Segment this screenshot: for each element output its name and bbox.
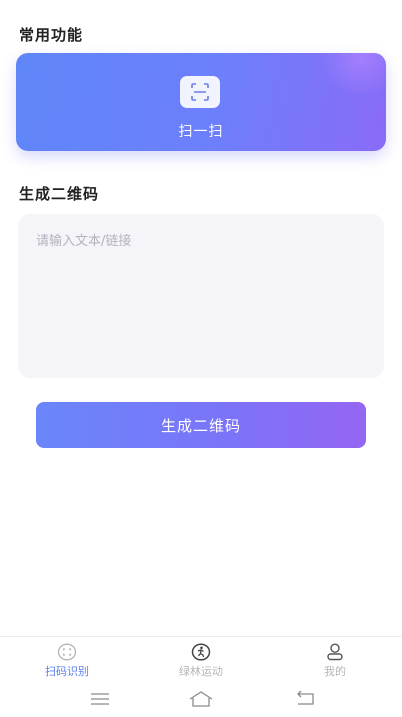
tab-scan-recognize[interactable]: 扫码识别 — [12, 643, 122, 679]
generate-qr-title: 生成二维码 — [19, 185, 100, 203]
qr-text-input[interactable] — [18, 214, 384, 378]
common-features-title: 常用功能 — [19, 26, 84, 44]
scan-circle-icon — [57, 643, 77, 661]
runner-icon — [191, 643, 211, 661]
scan-label: 扫一扫 — [178, 124, 224, 140]
menu-icon[interactable] — [80, 688, 120, 710]
person-icon — [327, 643, 343, 661]
tab-label: 我的 — [324, 665, 346, 678]
home-icon[interactable] — [181, 688, 221, 710]
scan-icon — [180, 76, 220, 108]
system-navigation-bar — [0, 682, 402, 717]
back-icon[interactable] — [286, 688, 326, 710]
tab-label: 绿林运动 — [179, 665, 223, 678]
tab-green-sport[interactable]: 绿林运动 — [146, 643, 256, 679]
scan-card[interactable]: 扫一扫 — [16, 53, 386, 151]
tab-mine[interactable]: 我的 — [280, 643, 390, 679]
tab-label: 扫码识别 — [45, 665, 89, 678]
bottom-tab-bar: 扫码识别 绿林运动 我的 — [0, 636, 402, 683]
generate-qr-button[interactable]: 生成二维码 — [36, 402, 366, 448]
